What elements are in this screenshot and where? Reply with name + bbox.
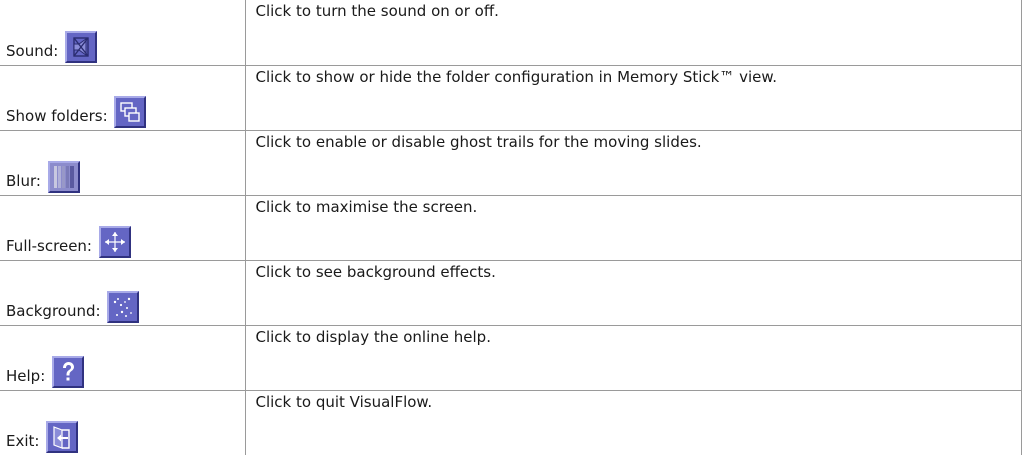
row-label-cell: Background: [0, 259, 246, 326]
table-row: Full-screen: Click to maximise the scree… [0, 194, 1022, 261]
folders-icon[interactable] [114, 95, 147, 128]
row-label: Blur: [6, 171, 41, 190]
table-row: Help: Click to display the online help. [0, 324, 1022, 391]
table-row: Blur: Click to enable or disable ghost t… [0, 129, 1022, 196]
row-description: Click to turn the sound on or off. [244, 0, 1022, 66]
row-description: Click to see background effects. [244, 259, 1022, 326]
blur-icon[interactable] [47, 160, 80, 193]
row-label: Help: [6, 366, 46, 385]
row-description: Click to maximise the screen. [244, 194, 1022, 261]
exit-icon[interactable] [46, 421, 79, 453]
row-label-cell: Sound: [0, 0, 246, 66]
background-icon[interactable] [107, 290, 140, 323]
table-row: Show folders: Click to show or hide the … [0, 64, 1022, 131]
row-label-cell: Exit: [0, 389, 246, 455]
row-label-cell: Help: [0, 324, 246, 391]
row-label-cell: Full-screen: [0, 194, 246, 261]
button-reference-table: Sound: Click to turn the sound on or off… [0, 0, 1022, 455]
table-row: Sound: Click to turn the sound on or off… [0, 0, 1022, 66]
row-description: Click to show or hide the folder configu… [244, 64, 1022, 131]
row-description: Click to display the online help. [244, 324, 1022, 391]
row-label: Exit: [6, 432, 40, 450]
table-row: Exit: Click to quit VisualFlow. [0, 389, 1022, 455]
help-icon[interactable] [52, 355, 85, 388]
row-label-cell: Blur: [0, 129, 246, 196]
fullscreen-icon[interactable] [98, 225, 131, 258]
row-label: Full-screen: [6, 236, 92, 255]
table-row: Background: Click to see background effe… [0, 259, 1022, 326]
row-description: Click to enable or disable ghost trails … [244, 129, 1022, 196]
row-description: Click to quit VisualFlow. [244, 389, 1022, 455]
row-label: Show folders: [6, 106, 108, 125]
row-label-cell: Show folders: [0, 64, 246, 131]
row-label: Sound: [6, 41, 59, 60]
sound-icon[interactable] [65, 30, 98, 63]
row-label: Background: [6, 301, 101, 320]
